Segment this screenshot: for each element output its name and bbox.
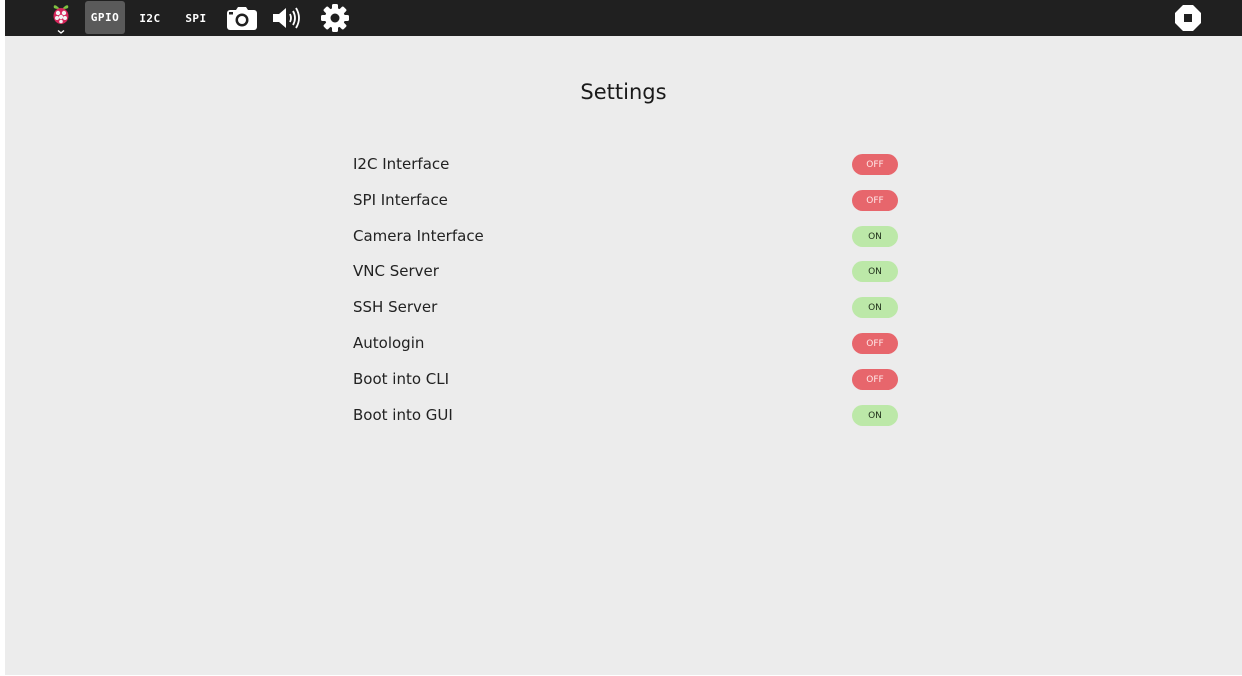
stop-button[interactable]: [1171, 0, 1205, 36]
setting-row-boot-gui: Boot into GUI ON: [353, 402, 898, 430]
setting-row-spi: SPI Interface OFF: [353, 187, 898, 215]
tab-i2c-label: I2C: [139, 11, 161, 25]
setting-row-i2c: I2C Interface OFF: [353, 151, 898, 179]
setting-row-ssh: SSH Server ON: [353, 294, 898, 322]
autologin-toggle[interactable]: OFF: [852, 333, 898, 354]
i2c-toggle[interactable]: OFF: [852, 154, 898, 175]
top-toolbar: GPIO I2C SPI: [5, 0, 1242, 36]
setting-label: I2C Interface: [353, 155, 450, 173]
tab-gpio-label: GPIO: [90, 11, 120, 24]
gear-icon: [321, 4, 349, 32]
volume-button[interactable]: [269, 0, 305, 36]
setting-label: Camera Interface: [353, 227, 484, 245]
settings-button[interactable]: [317, 0, 353, 36]
chevron-down-icon: [57, 29, 65, 34]
tab-i2c[interactable]: I2C: [133, 0, 167, 36]
setting-label: Boot into GUI: [353, 406, 453, 424]
spi-toggle[interactable]: OFF: [852, 190, 898, 211]
setting-row-vnc: VNC Server ON: [353, 258, 898, 286]
setting-label: SPI Interface: [353, 191, 448, 209]
speaker-icon: [273, 7, 300, 29]
app-window: GPIO I2C SPI Settings I2C Interface OFF …: [0, 0, 1242, 676]
setting-label: VNC Server: [353, 262, 439, 280]
setting-label: Boot into CLI: [353, 370, 450, 388]
ssh-toggle[interactable]: ON: [852, 297, 898, 318]
raspberry-menu-button[interactable]: [49, 0, 73, 36]
page-title: Settings: [580, 80, 667, 104]
vnc-toggle[interactable]: ON: [852, 261, 898, 282]
tab-gpio[interactable]: GPIO: [85, 1, 125, 34]
tab-spi[interactable]: SPI: [179, 0, 213, 36]
raspberry-logo-icon: [53, 5, 69, 34]
boot-cli-toggle[interactable]: OFF: [852, 369, 898, 390]
settings-panel: Settings I2C Interface OFF SPI Interface…: [5, 36, 1242, 675]
tab-spi-label: SPI: [185, 11, 207, 25]
camera-icon: [227, 7, 257, 30]
setting-label: Autologin: [353, 334, 425, 352]
setting-row-boot-cli: Boot into CLI OFF: [353, 366, 898, 394]
stop-icon: [1175, 5, 1201, 31]
boot-gui-toggle[interactable]: ON: [852, 405, 898, 426]
setting-row-camera: Camera Interface ON: [353, 223, 898, 251]
setting-label: SSH Server: [353, 298, 438, 316]
setting-row-autologin: Autologin OFF: [353, 330, 898, 358]
camera-toggle[interactable]: ON: [852, 226, 898, 247]
camera-button[interactable]: [225, 0, 259, 36]
